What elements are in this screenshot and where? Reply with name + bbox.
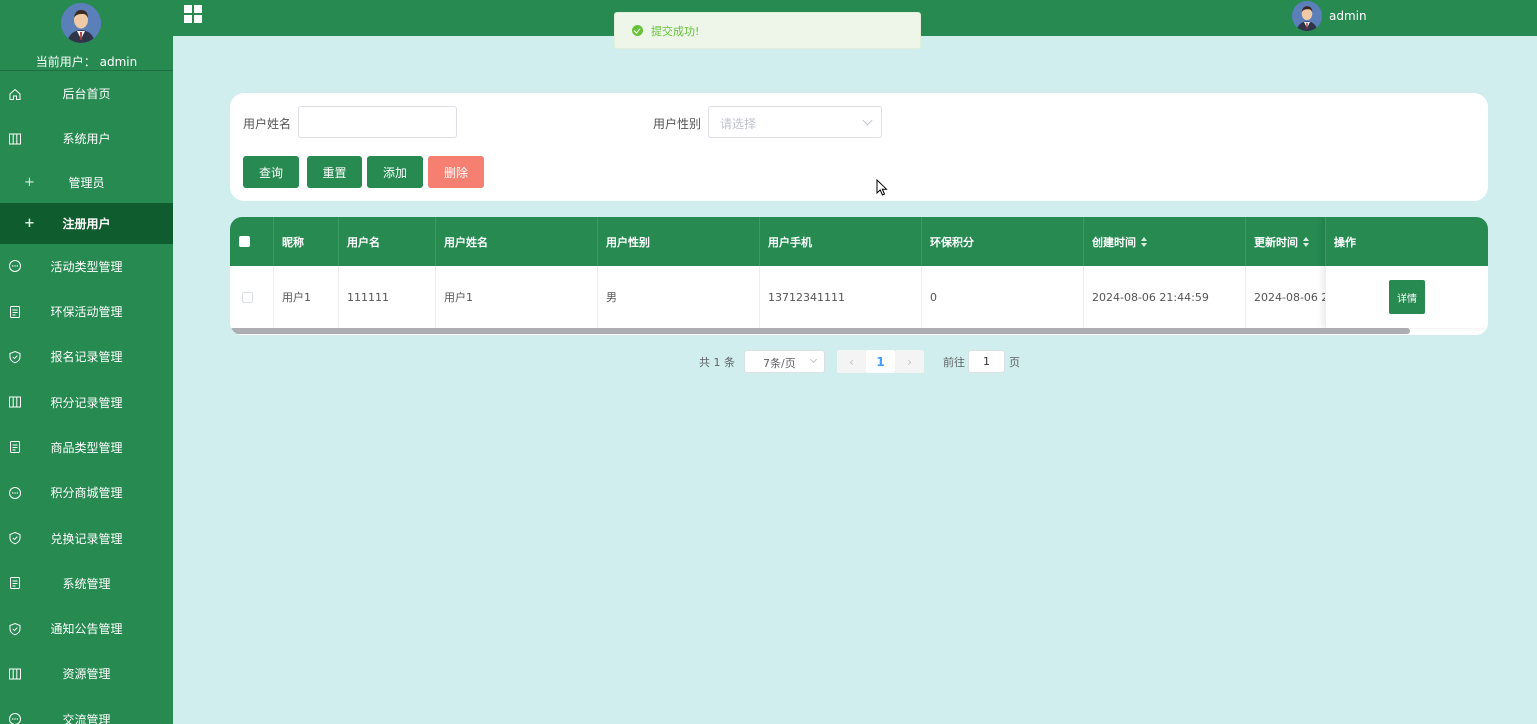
users-table: 昵称 用户名 用户姓名 用户性别 用户手机 环保积分 创建时间 更新时间 操作 …	[230, 217, 1488, 335]
gender-filter-select[interactable]: 请选择	[708, 106, 882, 138]
sidebar-menu: 后台首页 系统用户 + 管理员 + 注册用户 活动类型管理 环保活动管理 报名记…	[0, 71, 173, 724]
header-updated-at[interactable]: 更新时间	[1246, 217, 1326, 266]
cell-real-name: 用户1	[436, 266, 598, 328]
sidebar: 当前用户： admin 后台首页 系统用户 + 管理员 + 注册用户 活动类型管…	[0, 0, 173, 724]
select-all-checkbox[interactable]	[239, 236, 250, 247]
sidebar-item-signup-records[interactable]: 报名记录管理	[0, 334, 173, 379]
success-toast: 提交成功!	[614, 12, 921, 49]
cell-updated-at: 2024-08-06 21	[1246, 266, 1326, 328]
sidebar-item-label: 兑换记录管理	[50, 531, 123, 546]
sidebar-item-announcements[interactable]: 通知公告管理	[0, 606, 173, 651]
cell-eco-points: 0	[922, 266, 1084, 328]
cell-username: 111111	[339, 266, 436, 328]
sidebar-item-points-mall[interactable]: 积分商城管理	[0, 470, 173, 515]
sidebar-item-label: 交流管理	[62, 712, 111, 724]
header-eco-points: 环保积分	[922, 217, 1084, 266]
next-page-button[interactable]: ›	[895, 350, 924, 373]
sidebar-item-label: 报名记录管理	[50, 350, 123, 365]
sidebar-item-communication[interactable]: 交流管理	[0, 697, 173, 724]
delete-button[interactable]: 删除	[428, 156, 484, 188]
sidebar-item-product-types[interactable]: 商品类型管理	[0, 425, 173, 470]
search-panel: 用户姓名 用户性别 请选择 查询 重置 添加 删除	[230, 93, 1488, 201]
table-horizontal-scrollbar[interactable]	[230, 328, 1410, 334]
page-number-current[interactable]: 1	[866, 350, 895, 373]
sidebar-user-block: 当前用户： admin	[0, 0, 173, 71]
header-real-name: 用户姓名	[436, 217, 598, 266]
sidebar-item-eco-activities[interactable]: 环保活动管理	[0, 289, 173, 334]
menu-grid-icon[interactable]	[184, 5, 202, 23]
user-avatar	[61, 3, 101, 43]
sidebar-item-admins[interactable]: + 管理员	[0, 162, 173, 203]
header-gender: 用户性别	[598, 217, 760, 266]
mouse-cursor-icon	[876, 179, 888, 196]
header-created-at[interactable]: 创建时间	[1084, 217, 1246, 266]
sidebar-item-label: 系统管理	[62, 576, 111, 591]
row-select-cell	[230, 266, 274, 328]
sidebar-item-label: 积分记录管理	[50, 395, 123, 410]
sidebar-item-exchange-records[interactable]: 兑换记录管理	[0, 515, 173, 560]
row-checkbox[interactable]	[242, 291, 253, 303]
reset-button[interactable]: 重置	[307, 156, 362, 188]
pagination-total: 共 1 条	[699, 356, 735, 369]
sidebar-item-activity-types[interactable]: 活动类型管理	[0, 244, 173, 289]
query-button[interactable]: 查询	[243, 156, 299, 188]
sidebar-item-registered-users[interactable]: + 注册用户	[0, 202, 173, 244]
sidebar-item-system-users[interactable]: 系统用户	[0, 116, 173, 161]
sidebar-item-points-records[interactable]: 积分记录管理	[0, 379, 173, 424]
header-label: 创建时间	[1092, 235, 1136, 249]
prev-page-button[interactable]: ‹	[837, 350, 866, 373]
name-filter-label: 用户姓名	[243, 117, 292, 131]
chevron-down-icon	[809, 355, 818, 364]
success-check-icon	[632, 25, 643, 36]
sort-icon[interactable]	[1303, 236, 1309, 247]
header-nickname: 昵称	[274, 217, 339, 266]
sidebar-item-label: 资源管理	[62, 667, 111, 682]
detail-button[interactable]: 详情	[1389, 280, 1425, 314]
cell-phone: 13712341111	[760, 266, 922, 328]
top-username: admin	[1329, 9, 1367, 23]
cell-nickname: 用户1	[274, 266, 339, 328]
chevron-down-icon	[862, 115, 873, 126]
sidebar-item-label: 商品类型管理	[50, 440, 123, 455]
sidebar-item-home[interactable]: 后台首页	[0, 71, 173, 116]
sidebar-item-label: 活动类型管理	[50, 259, 123, 274]
sidebar-item-label: 系统用户	[62, 132, 111, 147]
goto-page-input[interactable]: 1	[968, 350, 1005, 373]
header-label: 更新时间	[1254, 235, 1298, 249]
name-filter-input[interactable]	[298, 106, 457, 138]
sidebar-item-label: 后台首页	[62, 87, 111, 102]
goto-suffix-label: 页	[1009, 356, 1020, 369]
page-size-value: 7条/页	[763, 357, 796, 370]
sidebar-item-system-management[interactable]: 系统管理	[0, 561, 173, 606]
header-phone: 用户手机	[760, 217, 922, 266]
sidebar-item-label: 环保活动管理	[50, 305, 123, 320]
sort-icon[interactable]	[1141, 236, 1147, 247]
sidebar-item-label: 通知公告管理	[50, 622, 123, 637]
sidebar-item-label: 积分商城管理	[50, 486, 123, 501]
top-avatar	[1292, 1, 1322, 31]
top-user-menu[interactable]: admin	[1292, 1, 1367, 31]
add-button[interactable]: 添加	[367, 156, 423, 188]
gender-filter-label: 用户性别	[653, 117, 702, 131]
header-username: 用户名	[339, 217, 436, 266]
page-size-select[interactable]: 7条/页	[744, 350, 825, 373]
gender-select-placeholder: 请选择	[720, 117, 757, 131]
select-all-cell	[230, 217, 274, 266]
toast-message: 提交成功!	[651, 24, 700, 38]
table-header: 昵称 用户名 用户姓名 用户性别 用户手机 环保积分 创建时间 更新时间 操作	[230, 217, 1488, 266]
goto-prefix-label: 前往	[943, 356, 965, 369]
sidebar-item-label: 管理员	[68, 175, 105, 190]
cell-gender: 男	[598, 266, 760, 328]
current-user-label: 当前用户： admin	[35, 55, 138, 69]
cell-created-at: 2024-08-06 21:44:59	[1084, 266, 1246, 328]
sidebar-item-resources[interactable]: 资源管理	[0, 651, 173, 696]
sidebar-item-label: 注册用户	[62, 216, 111, 231]
